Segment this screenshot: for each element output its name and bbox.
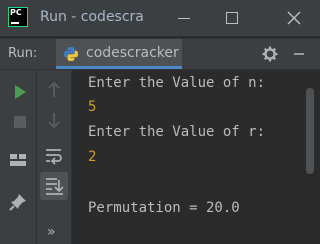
pin-icon[interactable] bbox=[8, 192, 28, 212]
gear-icon[interactable] bbox=[262, 46, 278, 62]
input-n: 5 bbox=[88, 99, 97, 115]
console-output[interactable]: Enter the Value of n: 5 Enter the Value … bbox=[72, 70, 320, 244]
input-r: 2 bbox=[88, 149, 97, 165]
maximize-window-button[interactable] bbox=[220, 6, 244, 30]
console-scrollbar[interactable] bbox=[306, 88, 314, 174]
minimize-window-button[interactable] bbox=[172, 6, 196, 30]
more-icon[interactable]: » bbox=[47, 222, 67, 242]
tab-codescracker[interactable]: codescracker bbox=[56, 39, 182, 69]
run-label: Run: bbox=[8, 46, 38, 61]
window-title: Run - codescracker bbox=[40, 9, 144, 25]
run-icon[interactable] bbox=[10, 82, 30, 102]
logo-text: PC bbox=[10, 8, 22, 17]
close-window-button[interactable] bbox=[282, 6, 306, 30]
stop-icon[interactable] bbox=[10, 112, 30, 132]
scroll-to-end-icon[interactable] bbox=[40, 172, 68, 200]
down-arrow-icon[interactable] bbox=[44, 110, 64, 130]
layout-icon[interactable] bbox=[8, 150, 28, 170]
soft-wrap-icon[interactable] bbox=[44, 146, 64, 166]
up-arrow-icon[interactable] bbox=[44, 80, 64, 100]
prompt-n: Enter the Value of n: bbox=[88, 75, 266, 91]
prompt-r: Enter the Value of r: bbox=[88, 124, 266, 140]
python-icon bbox=[64, 47, 78, 61]
run-tab-bar: Run: codescracker bbox=[0, 38, 320, 70]
title-bar: PC Run - codescracker bbox=[0, 0, 320, 36]
close-icon bbox=[287, 11, 301, 25]
result-line: Permutation = 20.0 bbox=[88, 200, 240, 216]
console-toolbar: » bbox=[37, 70, 72, 244]
tab-label: codescracker bbox=[86, 45, 179, 61]
run-actions-toolbar bbox=[0, 70, 37, 244]
pycharm-logo-icon: PC bbox=[8, 7, 28, 27]
hide-panel-icon[interactable] bbox=[294, 53, 304, 55]
